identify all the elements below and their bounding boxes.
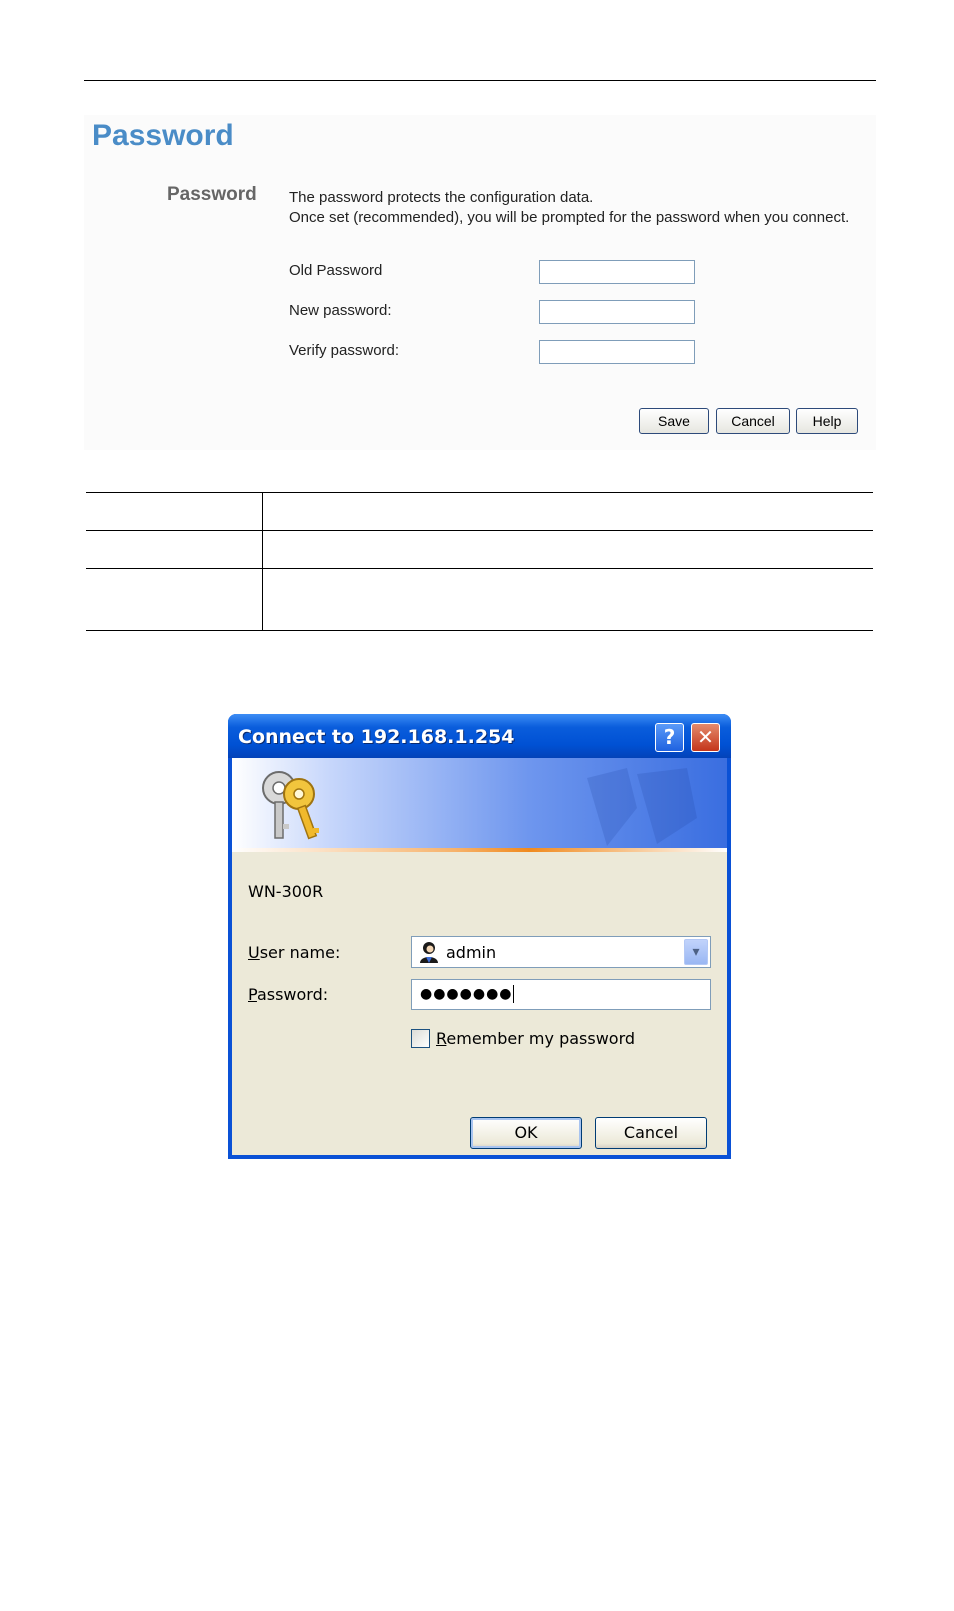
- verify-password-input[interactable]: [539, 340, 695, 364]
- user-icon: [420, 942, 438, 963]
- remember-label-accel: R: [436, 1029, 447, 1048]
- save-button[interactable]: Save: [639, 408, 709, 434]
- new-password-label: New password:: [289, 302, 392, 319]
- table-rule: [86, 568, 873, 569]
- ok-button[interactable]: OK: [470, 1117, 582, 1149]
- username-label: User name:: [248, 943, 340, 962]
- site-name: WN-300R: [248, 882, 324, 901]
- table-rule: [86, 530, 873, 531]
- cancel-button[interactable]: Cancel: [716, 408, 790, 434]
- remember-password-label[interactable]: Remember my password: [436, 1029, 635, 1048]
- settings-table: [86, 492, 873, 631]
- close-icon[interactable]: ✕: [691, 723, 720, 752]
- username-value: admin: [446, 943, 497, 962]
- text-caret: [512, 985, 514, 1003]
- help-button[interactable]: Help: [796, 408, 858, 434]
- banner-stripe: [232, 848, 727, 852]
- old-password-input[interactable]: [539, 260, 695, 284]
- dialog-client-area: WN-300R User name: admin ▾ Password: ●●●…: [232, 758, 727, 1155]
- password-masked-value: ●●●●●●●: [420, 986, 513, 1002]
- password-settings-panel: Password Password The password protects …: [84, 115, 876, 450]
- help-icon[interactable]: ?: [655, 723, 684, 752]
- table-column-divider: [262, 492, 263, 631]
- dialog-cancel-button[interactable]: Cancel: [595, 1117, 707, 1149]
- description-line-2: Once set (recommended), you will be prom…: [289, 209, 850, 226]
- username-label-rest: ser name:: [259, 943, 341, 962]
- username-label-accel: U: [248, 943, 260, 962]
- keys-watermark-icon: [587, 768, 697, 846]
- section-description: The password protects the configuration …: [289, 188, 859, 228]
- page-top-rule: [84, 80, 876, 81]
- password-label-accel: P: [248, 985, 257, 1004]
- password-label: Password:: [248, 985, 328, 1004]
- table-rule: [86, 630, 873, 631]
- remember-password-checkbox[interactable]: [411, 1029, 430, 1048]
- table-rule: [86, 492, 873, 493]
- section-label: Password: [167, 184, 257, 205]
- password-input[interactable]: ●●●●●●●: [411, 979, 711, 1010]
- description-line-1: The password protects the configuration …: [289, 189, 594, 206]
- new-password-input[interactable]: [539, 300, 695, 324]
- dialog-titlebar[interactable]: Connect to 192.168.1.254 ? ✕: [228, 714, 731, 758]
- password-label-rest: assword:: [256, 985, 329, 1004]
- keys-icon: [262, 771, 319, 840]
- remember-label-rest: emember my password: [446, 1029, 636, 1048]
- login-dialog: Connect to 192.168.1.254 ? ✕ WN-300R Use…: [228, 714, 731, 1159]
- page-title: Password: [92, 119, 234, 152]
- username-combobox[interactable]: admin ▾: [411, 936, 711, 968]
- dialog-banner: [232, 758, 727, 852]
- chevron-down-icon[interactable]: ▾: [684, 939, 708, 965]
- verify-password-label: Verify password:: [289, 342, 400, 359]
- dialog-title: Connect to 192.168.1.254: [238, 726, 515, 748]
- old-password-label: Old Password: [289, 262, 383, 279]
